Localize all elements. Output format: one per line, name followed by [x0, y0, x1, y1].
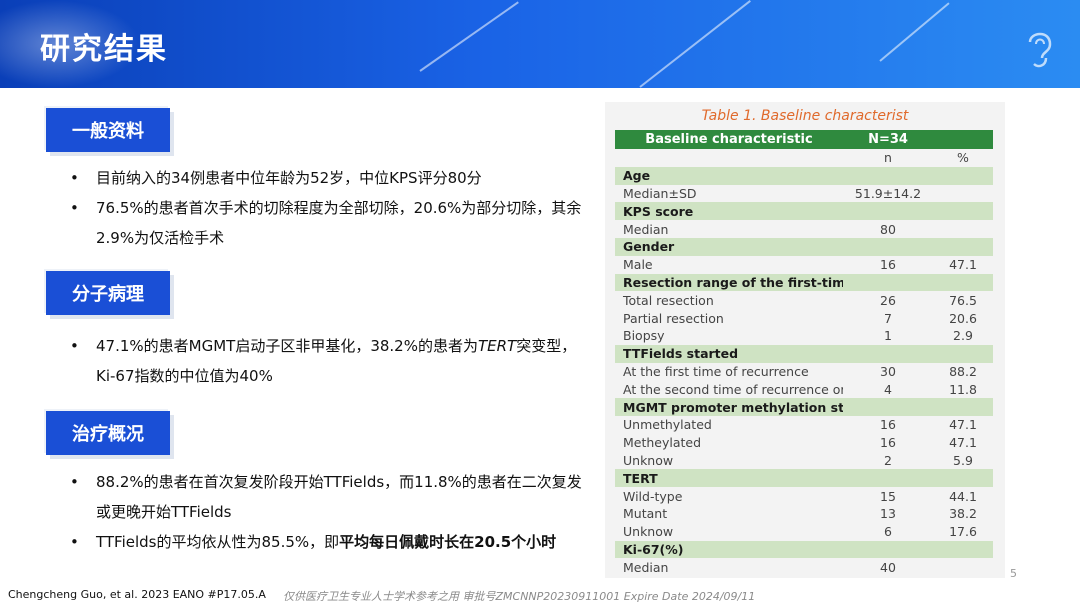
section-label-treatment: 治疗概况: [46, 411, 170, 455]
table-cell: 16: [880, 257, 896, 273]
footer-disclaimer: 仅供医疗卫生专业人士学术参考之用 审批号ZMCNNP20230911001 Ex…: [283, 590, 756, 603]
table-row: At the second time of recurrence or latt…: [615, 380, 993, 399]
bullet-list-molecular: 47.1%的患者MGMT启动子区非甲基化，38.2%的患者为TERT突变型，Ki…: [70, 331, 590, 391]
table-category-row: TTFields started: [615, 344, 993, 363]
table-cell: 6: [884, 524, 892, 540]
table-category-row: Gender: [615, 237, 993, 256]
table-cell: At the second time of recurrence or latt…: [623, 381, 843, 397]
table-cell: 76.5: [949, 292, 977, 308]
bullet-item: 47.1%的患者MGMT启动子区非甲基化，38.2%的患者为TERT突变型，Ki…: [70, 331, 590, 391]
bullet-item: 88.2%的患者在首次复发阶段开始TTFields，而11.8%的患者在二次复发…: [70, 467, 590, 527]
table-cell: Wild-type: [623, 488, 683, 504]
table-cell: Resection range of the first-time surger…: [623, 274, 843, 290]
table-cell: Male: [623, 257, 653, 273]
table-cell: Mutant: [623, 506, 668, 522]
table-cell: Biopsy: [623, 328, 665, 344]
table-row: At the first time of recurrence 30 88.2: [615, 362, 993, 381]
bullet-item: TTFields的平均依从性为85.5%，即平均每日佩戴时长在20.5个小时: [70, 527, 590, 557]
table-cell: Partial resection: [623, 310, 724, 326]
table-cell: Age: [623, 168, 651, 184]
table-row: Unknow 2 5.9: [615, 451, 993, 470]
table-cell: Gender: [623, 239, 675, 255]
table-cell: 17.6: [949, 524, 977, 540]
table-row: Male 16 47.1: [615, 255, 993, 274]
header-banner: 研究结果: [0, 0, 1080, 88]
table-cell: 11.8: [949, 381, 977, 397]
table-cell: 30: [880, 363, 896, 379]
table-row: Mutant 13 38.2: [615, 504, 993, 523]
table-row: Unmethylated 16 47.1: [615, 415, 993, 434]
table-cell: 4: [884, 381, 892, 397]
table-row: Wild-type 15 44.1: [615, 487, 993, 505]
bullet-list-general: 目前纳入的34例患者中位年龄为52岁，中位KPS评分80分 76.5%的患者首次…: [70, 163, 590, 253]
table-category-row: TERT: [615, 469, 993, 488]
baseline-table: Baseline characteristic N=34 n % Age Medi…: [615, 130, 993, 577]
bullet-item: 76.5%的患者首次手术的切除程度为全部切除，20.6%为部分切除，其余2.9%…: [70, 193, 590, 253]
table-header-row: Baseline characteristic N=34: [615, 130, 993, 149]
table-row: Biopsy 1 2.9: [615, 326, 993, 345]
table-cell: Median: [623, 221, 669, 237]
table-cell: 88.2: [949, 363, 977, 379]
table-cell: Unmethylated: [623, 417, 712, 433]
bullet-list-treatment: 88.2%的患者在首次复发阶段开始TTFields，而11.8%的患者在二次复发…: [70, 467, 590, 557]
table-cell: TERT: [623, 470, 658, 486]
table-cell: 13: [880, 506, 896, 522]
table-cell: 15: [880, 488, 896, 504]
table-cell: Unknow: [623, 452, 674, 468]
table-cell: Total resection: [623, 292, 714, 308]
table-category-row: KPS score: [615, 202, 993, 221]
table-cell: 16: [880, 435, 896, 451]
section-label-general: 一般资料: [46, 108, 170, 152]
table-category-row: MGMT promoter methylation status: [615, 398, 993, 416]
table-cell: 47.1: [949, 257, 977, 273]
table-caption: Table 1. Baseline characterist: [701, 108, 909, 124]
table-cell: 2.9: [953, 328, 973, 344]
table-row: Metheylated 16 47.1: [615, 433, 993, 452]
table-row: Median 80: [615, 220, 993, 238]
table-row: Median 40: [615, 558, 993, 577]
table-cell: 44.1: [949, 488, 977, 504]
ear-icon: [1028, 32, 1052, 68]
table-cell: 40: [880, 559, 896, 575]
table-cell: Metheylated: [623, 435, 702, 451]
table-cell: MGMT promoter methylation status: [623, 399, 843, 415]
table-category-row: Age: [615, 166, 993, 185]
table-cell: Ki-67(%): [623, 541, 684, 557]
table-cell: 20.6: [949, 310, 977, 326]
table-cell: 38.2: [949, 506, 977, 522]
table-cell: 51.9±14.2: [854, 185, 922, 201]
table-cell: KPS score: [623, 203, 694, 219]
section-label-molecular: 分子病理: [46, 271, 170, 315]
table-row: Partial resection 7 20.6: [615, 309, 993, 327]
table-row: Median±SD 51.9±14.2: [615, 184, 993, 203]
table-row: Total resection 26 76.5: [615, 291, 993, 310]
table-cell: Unknow: [623, 524, 674, 540]
table-cell: 5.9: [953, 452, 973, 468]
bullet-item: 目前纳入的34例患者中位年龄为52岁，中位KPS评分80分: [70, 163, 590, 193]
table-cell: Median: [623, 559, 669, 575]
table-category-row: Ki-67(%): [615, 540, 993, 559]
table-cell: 47.1: [949, 435, 977, 451]
table-cell: 7: [884, 310, 892, 326]
table-cell: At the first time of recurrence: [623, 363, 809, 379]
table-cell: 80: [880, 221, 896, 237]
table-cell: 26: [880, 292, 896, 308]
table-row: Unknow 6 17.6: [615, 522, 993, 541]
table-cell: Median±SD: [623, 185, 697, 201]
page-number: 5: [1010, 567, 1017, 580]
table-cell: TTFields started: [623, 346, 739, 362]
table-cell: 1: [884, 328, 892, 344]
table-subheader-row: n %: [615, 149, 993, 167]
table-category-row: Resection range of the first-time surger…: [615, 273, 993, 292]
footer-citation: Chengcheng Guo, et al. 2023 EANO #P17.05…: [8, 588, 266, 601]
table-cell: 47.1: [949, 417, 977, 433]
page-title: 研究结果: [40, 32, 168, 67]
table-cell: 16: [880, 417, 896, 433]
table-cell: 2: [884, 452, 892, 468]
baseline-table-panel: Table 1. Baseline characterist Baseline …: [605, 102, 1005, 578]
